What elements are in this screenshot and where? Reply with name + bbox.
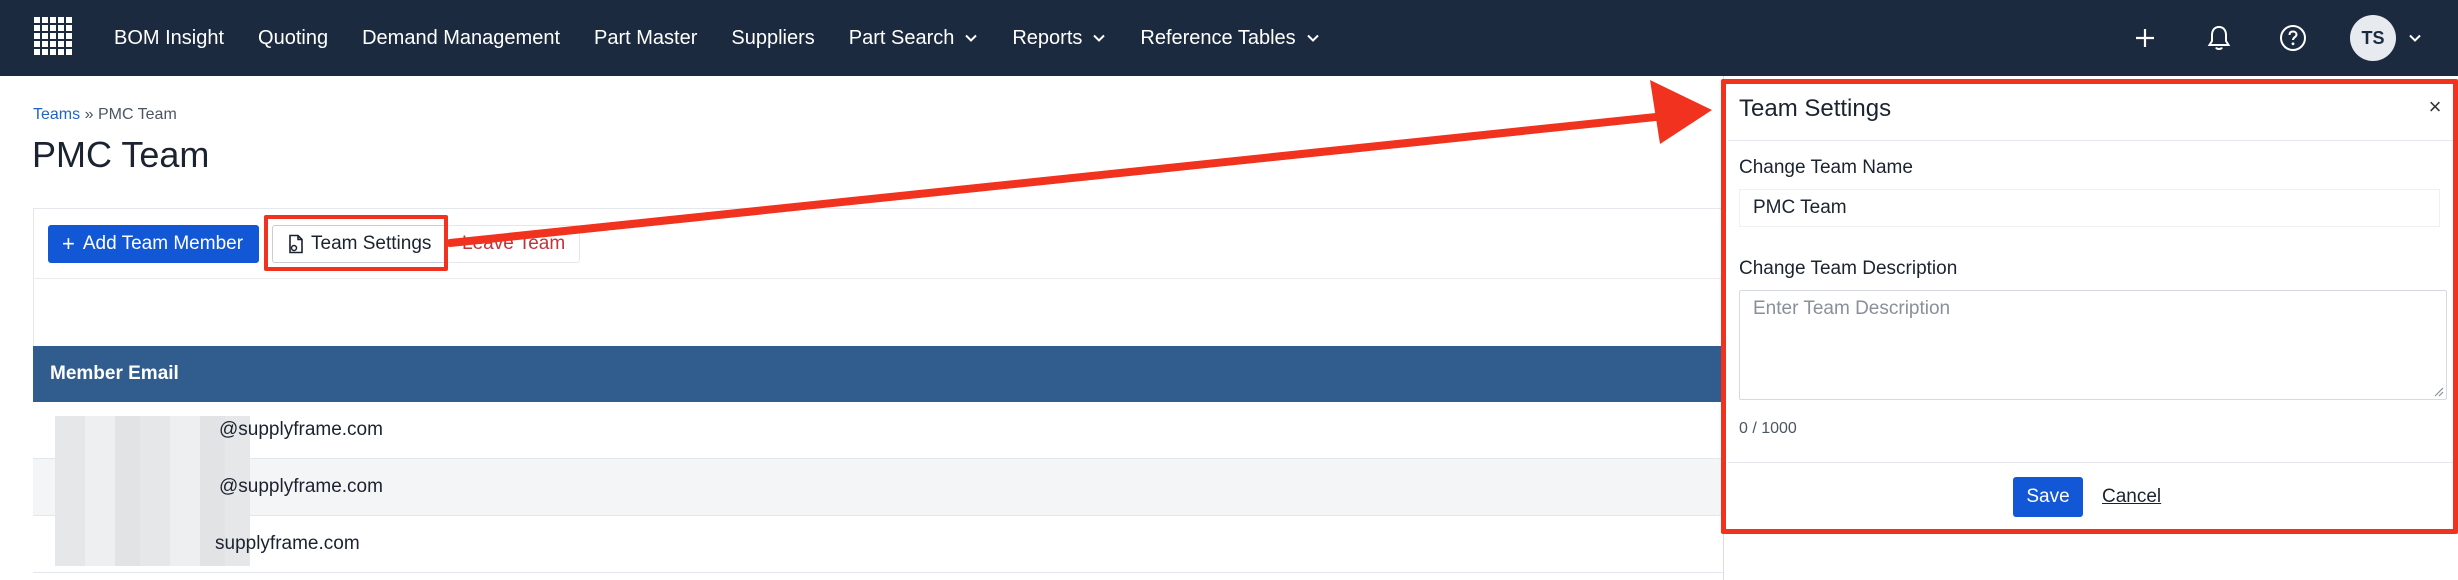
table-header-member-email[interactable]: Member Email: [33, 346, 1723, 402]
nav-item-label: Reference Tables: [1140, 26, 1296, 49]
member-email: supplyframe.com: [215, 533, 360, 554]
plus-icon: +: [62, 231, 75, 256]
chevron-down-icon: [1306, 34, 1319, 42]
breadcrumb-separator: »: [84, 106, 94, 123]
grid-logo-icon[interactable]: [32, 15, 76, 59]
nav-actions: TS: [2088, 0, 2422, 76]
nav-item-label: Part Master: [594, 26, 698, 49]
breadcrumb: Teams » PMC Team: [33, 106, 177, 124]
nav-item-label: Reports: [1012, 26, 1083, 49]
nav-item-label: Quoting: [258, 26, 329, 49]
leave-team-label: Leave Team: [462, 233, 566, 254]
add-team-member-button[interactable]: + Add Team Member: [48, 225, 260, 263]
breadcrumb-current: PMC Team: [97, 106, 177, 123]
nav-item-part-search[interactable]: Part Search: [849, 27, 979, 50]
avatar[interactable]: TS: [2350, 15, 2396, 61]
nav-item-suppliers[interactable]: Suppliers: [731, 27, 814, 50]
nav-item-bom-insight[interactable]: BOM Insight: [114, 27, 224, 50]
nav-item-label: Demand Management: [362, 26, 560, 49]
nav-item-quoting[interactable]: Quoting: [258, 27, 328, 50]
nav-item-reports[interactable]: Reports: [1012, 27, 1106, 50]
page-title: PMC Team: [32, 134, 210, 175]
nav-item-reference-tables[interactable]: Reference Tables: [1140, 27, 1319, 50]
chevron-down-icon[interactable]: [2408, 31, 2422, 45]
help-icon[interactable]: [2276, 21, 2310, 55]
member-email: @supplyframe.com: [219, 476, 383, 497]
chevron-down-icon: [1093, 34, 1106, 42]
breadcrumb-teams-link[interactable]: Teams: [33, 106, 80, 123]
table-row[interactable]: @supplyframe.com: [33, 459, 1723, 516]
plus-icon[interactable]: [2128, 21, 2162, 55]
bell-icon[interactable]: [2202, 21, 2236, 55]
member-email: @supplyframe.com: [219, 419, 383, 440]
avatar-initials: TS: [2361, 27, 2385, 48]
main-nav: BOM Insight Quoting Demand Management Pa…: [114, 0, 1354, 76]
table-row[interactable]: supplyframe.com: [33, 516, 1723, 573]
annotation-highlight-settings-button: [264, 215, 448, 271]
table-row[interactable]: @supplyframe.com: [33, 402, 1723, 459]
nav-item-part-master[interactable]: Part Master: [594, 27, 697, 50]
column-header-label: Member Email: [50, 363, 179, 384]
nav-item-label: BOM Insight: [114, 26, 225, 49]
chevron-down-icon: [965, 34, 978, 42]
nav-item-label: Suppliers: [731, 26, 815, 49]
table-toolbar-gap: [33, 278, 1723, 346]
annotation-highlight-panel: [1721, 79, 2458, 534]
nav-item-demand-management[interactable]: Demand Management: [362, 27, 560, 50]
top-navigation-bar: BOM Insight Quoting Demand Management Pa…: [0, 0, 2458, 76]
nav-item-label: Part Search: [848, 26, 955, 49]
add-team-member-label: Add Team Member: [82, 233, 244, 254]
leave-team-button[interactable]: Leave Team: [447, 225, 581, 263]
